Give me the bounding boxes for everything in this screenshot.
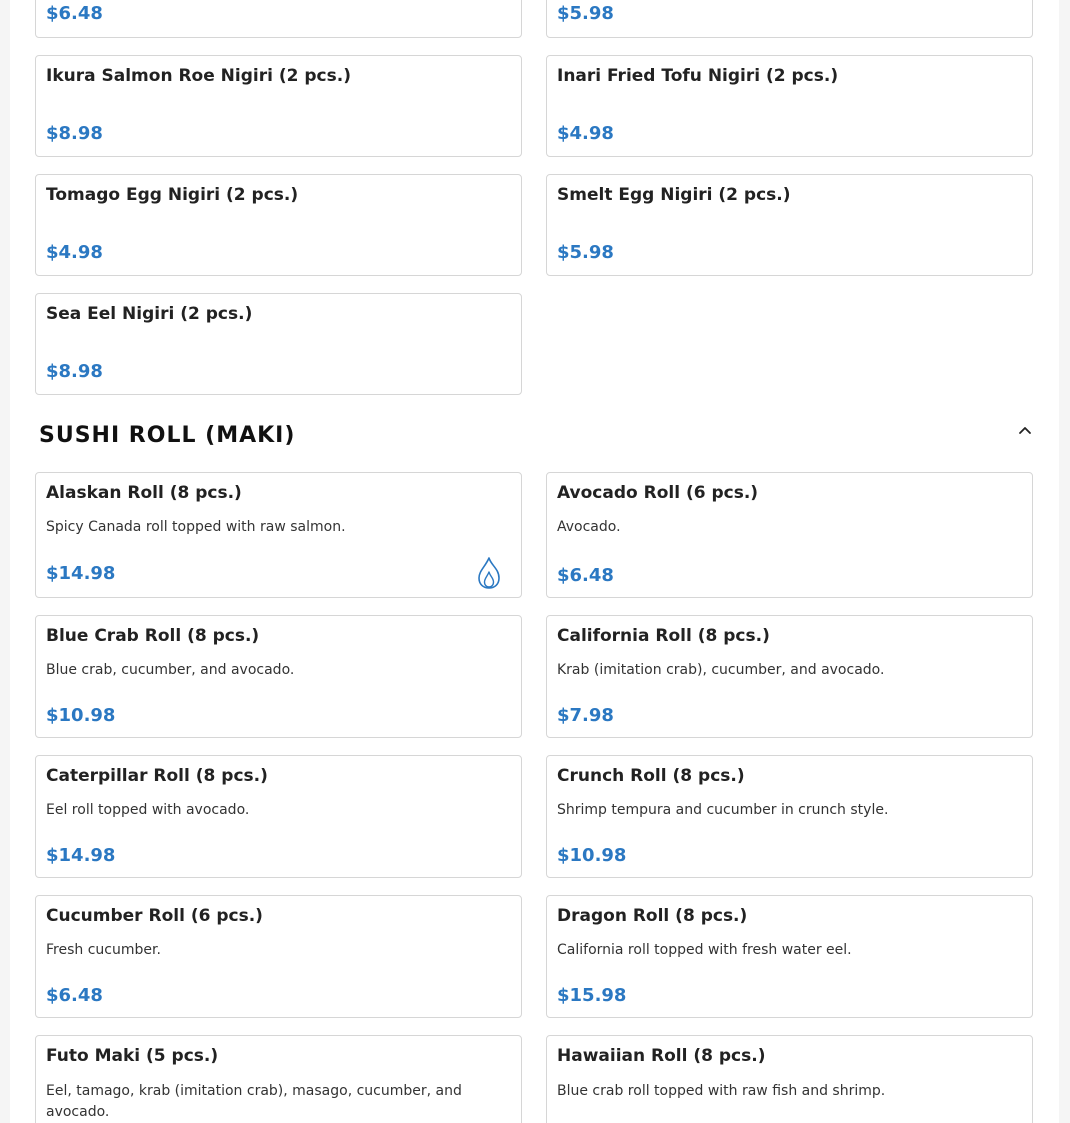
menu-item-card[interactable]: Futo Maki (5 pcs.) Eel, tamago, krab (im… — [35, 1035, 522, 1123]
item-description: Avocado. — [557, 519, 621, 535]
item-name: Sea Eel Nigiri (2 pcs.) — [46, 304, 253, 324]
menu-item-card[interactable]: $5.98 — [546, 0, 1033, 38]
item-price: $6.48 — [46, 3, 103, 24]
menu-item-card[interactable]: $6.48 — [35, 0, 522, 38]
item-description: Krab (imitation crab), cucumber, and avo… — [557, 662, 885, 678]
section-title: SUSHI ROLL (MAKI) — [39, 423, 296, 448]
menu-item-card[interactable]: Cucumber Roll (6 pcs.) Fresh cucumber. $… — [35, 895, 522, 1018]
item-price: $14.98 — [46, 845, 116, 866]
menu-item-card[interactable]: Caterpillar Roll (8 pcs.) Eel roll toppe… — [35, 755, 522, 878]
item-price: $5.98 — [557, 242, 614, 263]
item-name: Futo Maki (5 pcs.) — [46, 1046, 219, 1066]
item-description: Blue crab roll topped with raw fish and … — [557, 1083, 886, 1099]
item-price: $10.98 — [46, 705, 116, 726]
chevron-up-icon — [1019, 427, 1031, 434]
menu-item-card[interactable]: California Roll (8 pcs.) Krab (imitation… — [546, 615, 1033, 738]
item-name: Avocado Roll (6 pcs.) — [557, 483, 759, 503]
item-description: Spicy Canada roll topped with raw salmon… — [46, 519, 346, 535]
item-name: Tomago Egg Nigiri (2 pcs.) — [46, 185, 299, 205]
menu-item-card[interactable]: Inari Fried Tofu Nigiri (2 pcs.) $4.98 — [546, 55, 1033, 157]
item-price: $15.98 — [557, 985, 627, 1006]
item-price: $4.98 — [557, 123, 614, 144]
menu-item-card[interactable]: Smelt Egg Nigiri (2 pcs.) $5.98 — [546, 174, 1033, 276]
menu-item-card[interactable]: Avocado Roll (6 pcs.) Avocado. $6.48 — [546, 472, 1033, 598]
item-description: Eel roll topped with avocado. — [46, 802, 250, 818]
item-name: Caterpillar Roll (8 pcs.) — [46, 766, 268, 786]
item-price: $10.98 — [557, 845, 627, 866]
item-price: $8.98 — [46, 123, 103, 144]
item-name: Inari Fried Tofu Nigiri (2 pcs.) — [557, 66, 839, 86]
item-description: Shrimp tempura and cucumber in crunch st… — [557, 802, 889, 818]
item-name: Smelt Egg Nigiri (2 pcs.) — [557, 185, 791, 205]
item-name: Blue Crab Roll (8 pcs.) — [46, 626, 260, 646]
menu-item-card[interactable]: Ikura Salmon Roe Nigiri (2 pcs.) $8.98 — [35, 55, 522, 157]
item-name: California Roll (8 pcs.) — [557, 626, 770, 646]
menu-item-card[interactable]: Alaskan Roll (8 pcs.) Spicy Canada roll … — [35, 472, 522, 598]
menu-item-card[interactable]: Sea Eel Nigiri (2 pcs.) $8.98 — [35, 293, 522, 395]
item-description: Fresh cucumber. — [46, 942, 161, 958]
item-price: $14.98 — [46, 563, 116, 584]
menu-page: $6.48 $5.98 Ikura Salmon Roe Nigiri (2 p… — [10, 0, 1059, 1123]
item-description: Eel, tamago, krab (imitation crab), masa… — [46, 1083, 462, 1120]
menu-item-card[interactable]: Tomago Egg Nigiri (2 pcs.) $4.98 — [35, 174, 522, 276]
item-name: Dragon Roll (8 pcs.) — [557, 906, 748, 926]
item-name: Crunch Roll (8 pcs.) — [557, 766, 745, 786]
flame-icon — [478, 557, 500, 589]
menu-item-card[interactable]: Dragon Roll (8 pcs.) California roll top… — [546, 895, 1033, 1018]
menu-item-card[interactable]: Crunch Roll (8 pcs.) Shrimp tempura and … — [546, 755, 1033, 878]
item-name: Ikura Salmon Roe Nigiri (2 pcs.) — [46, 66, 351, 86]
item-price: $5.98 — [557, 3, 614, 24]
item-description: Blue crab, cucumber, and avocado. — [46, 662, 295, 678]
item-price: $6.48 — [557, 565, 614, 586]
item-price: $7.98 — [557, 705, 614, 726]
menu-item-card[interactable]: Hawaiian Roll (8 pcs.) Blue crab roll to… — [546, 1035, 1033, 1123]
menu-item-card[interactable]: Blue Crab Roll (8 pcs.) Blue crab, cucum… — [35, 615, 522, 738]
item-name: Cucumber Roll (6 pcs.) — [46, 906, 263, 926]
item-description: California roll topped with fresh water … — [557, 942, 852, 958]
item-price: $4.98 — [46, 242, 103, 263]
item-price: $8.98 — [46, 361, 103, 382]
item-price: $6.48 — [46, 985, 103, 1006]
section-collapse-button[interactable] — [1013, 419, 1037, 443]
item-name: Hawaiian Roll (8 pcs.) — [557, 1046, 766, 1066]
item-name: Alaskan Roll (8 pcs.) — [46, 483, 242, 503]
